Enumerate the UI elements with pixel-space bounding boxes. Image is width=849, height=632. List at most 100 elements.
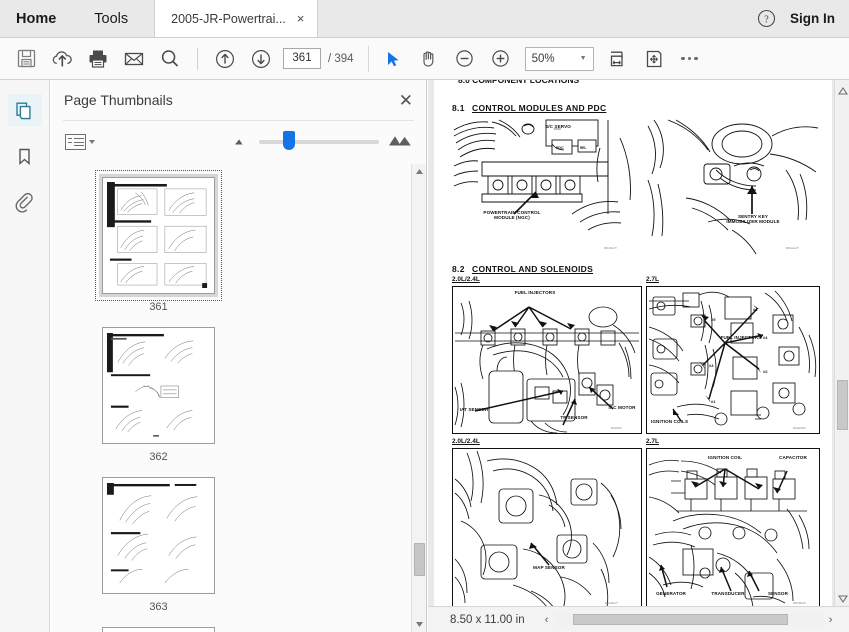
- svg-text:#5: #5: [711, 317, 716, 322]
- fit-page-button[interactable]: [636, 41, 672, 77]
- engine-label-27l-a: 2.7L: [646, 276, 660, 283]
- upload-cloud-button[interactable]: [44, 41, 80, 77]
- coils-27l-diagram: [648, 459, 810, 608]
- next-page-button[interactable]: [243, 41, 279, 77]
- toolbar-divider-2: [367, 45, 369, 72]
- scrollbar-thumb[interactable]: [572, 614, 788, 625]
- list-options-icon: [65, 134, 86, 150]
- callout-fuel-injectors: FUEL INJECTORS: [720, 335, 762, 340]
- zoom-level-select[interactable]: 50% ▼: [524, 46, 594, 71]
- scroll-right-button[interactable]: ›: [823, 614, 839, 626]
- figure-code: 80ba1a7f: [786, 246, 799, 250]
- scrollbar-thumb[interactable]: [837, 380, 848, 430]
- callout-sc-servo: S/C SERVO: [545, 124, 571, 129]
- pcm-diagram: PCM PDC REL: [453, 119, 631, 231]
- thumbnails-scroll-area[interactable]: 361 362 363: [51, 164, 427, 632]
- scroll-up-button[interactable]: [412, 164, 427, 179]
- svg-text:#2: #2: [763, 369, 768, 374]
- page-preview-362: [106, 331, 211, 440]
- sign-in-button[interactable]: Sign In: [790, 11, 835, 26]
- scrollbar-thumb[interactable]: [414, 543, 425, 576]
- small-thumbnail-icon[interactable]: [233, 133, 250, 151]
- section-number: 8.1: [452, 103, 465, 113]
- callout-transducer: TRANSDUCER: [711, 591, 745, 596]
- previous-page-button[interactable]: [207, 41, 243, 77]
- sidebar-item-page-thumbnails[interactable]: [7, 94, 42, 126]
- more-tools-button[interactable]: [672, 41, 708, 77]
- slider-handle[interactable]: [283, 131, 295, 150]
- chevron-down-icon: [89, 140, 95, 144]
- document-scrollbar[interactable]: [834, 80, 849, 610]
- document-view[interactable]: 8.0 COMPONENT LOCATIONS 8.1 CONTROL MODUL…: [428, 80, 849, 632]
- pdf-page: 8.0 COMPONENT LOCATIONS 8.1 CONTROL MODUL…: [434, 80, 832, 610]
- thumbnail-item[interactable]: 361: [71, 170, 246, 313]
- clipped-section-heading: 8.0 COMPONENT LOCATIONS: [458, 80, 580, 85]
- home-tab[interactable]: Home: [0, 0, 76, 37]
- figure-map-sensor: MAP SENSOR 80ba5a7f: [452, 448, 642, 610]
- document-scroll-up-button[interactable]: [837, 82, 849, 100]
- thumbnail-size-slider[interactable]: [259, 131, 379, 150]
- scroll-down-button[interactable]: [412, 617, 427, 632]
- save-button[interactable]: [8, 41, 44, 77]
- home-tab-label: Home: [16, 10, 57, 27]
- horizontal-scrollbar[interactable]: ‹ ›: [539, 612, 839, 627]
- page-preview-361: [106, 181, 211, 290]
- engine-label-20-24l-b: 2.0L/2.4L: [452, 438, 480, 445]
- thumbnail-item[interactable]: 362: [71, 324, 246, 463]
- thumbnail-page-image: [102, 327, 215, 444]
- navigation-rail: [0, 80, 50, 632]
- tab-bar-actions: ? Sign In: [757, 0, 849, 37]
- figure-code: 80ab093f: [793, 426, 806, 430]
- thumbnail-options-button[interactable]: [65, 134, 95, 150]
- select-tool-button[interactable]: [375, 41, 411, 77]
- panel-title: Page Thumbnails: [64, 92, 173, 108]
- page-thumbnails-icon: [16, 102, 31, 119]
- document-tab-label: 2005-JR-Powertrai...: [171, 11, 286, 26]
- search-button[interactable]: [152, 41, 188, 77]
- engine-label-20-24l-a: 2.0L/2.4L: [452, 276, 480, 283]
- thumbnail-page-image: [102, 627, 215, 632]
- zoom-out-button[interactable]: [447, 41, 483, 77]
- pdf-reader-window: Home Tools 2005-JR-Powertrai... × ? Sign…: [0, 0, 849, 632]
- callout-ignition-coils: IGNITION COILS: [651, 419, 689, 424]
- hand-tool-button[interactable]: [411, 41, 447, 77]
- section-title: CONTROL AND SOLENOIDS: [472, 264, 594, 274]
- figure-injectors-27l: #5 #3 #1 #2 #4 #6 FUEL INJECTORS IGNITION CO…: [646, 286, 820, 434]
- tools-tab[interactable]: Tools: [76, 0, 154, 37]
- close-icon[interactable]: ×: [294, 10, 308, 27]
- thumbnail-selection-frame: [95, 170, 222, 301]
- page-thumbnails-toolbar: [51, 121, 426, 163]
- scroll-left-button[interactable]: ‹: [539, 614, 555, 626]
- thumbnail-page-label: 362: [149, 451, 168, 463]
- fit-width-button[interactable]: [600, 41, 636, 77]
- scrollbar-track[interactable]: [554, 613, 823, 626]
- close-icon[interactable]: ✕: [399, 92, 413, 109]
- svg-text:PDC: PDC: [556, 146, 564, 150]
- thumbnail-item[interactable]: 363: [71, 474, 246, 613]
- print-button[interactable]: [80, 41, 116, 77]
- help-icon[interactable]: ?: [757, 9, 776, 28]
- figure-code: 80a6f42: [611, 426, 622, 430]
- bookmark-icon: [19, 148, 30, 165]
- sidebar-item-attachments[interactable]: [8, 186, 42, 218]
- sidebar-item-bookmarks[interactable]: [8, 140, 42, 172]
- document-tab[interactable]: 2005-JR-Powertrai... ×: [154, 0, 319, 37]
- email-button[interactable]: [116, 41, 152, 77]
- zoom-in-button[interactable]: [483, 41, 519, 77]
- svg-text:#4: #4: [763, 335, 768, 340]
- status-bar: 8.50 x 11.00 in ‹ ›: [428, 606, 849, 632]
- callout-map-sensor: MAP SENSOR: [533, 565, 565, 570]
- tab-bar-spacer: [318, 0, 757, 37]
- thumbnail-item[interactable]: 364: [71, 624, 246, 632]
- page-preview-363: [106, 481, 211, 590]
- thumbnails-scrollbar[interactable]: [411, 164, 426, 632]
- svg-text:?: ?: [764, 14, 769, 25]
- thumbnail-size-controls: [233, 131, 412, 152]
- svg-text:#6: #6: [753, 307, 758, 312]
- large-thumbnail-icon[interactable]: [388, 133, 412, 152]
- thumbnail-selection-frame: [99, 624, 218, 632]
- figure-pcm: PCM PDC REL S/C SERVO POWERTRAIN CONTROL…: [452, 118, 642, 258]
- thumbnail-page-image: [102, 177, 215, 294]
- attachment-icon: [15, 192, 33, 212]
- page-number-input[interactable]: 361: [283, 48, 321, 69]
